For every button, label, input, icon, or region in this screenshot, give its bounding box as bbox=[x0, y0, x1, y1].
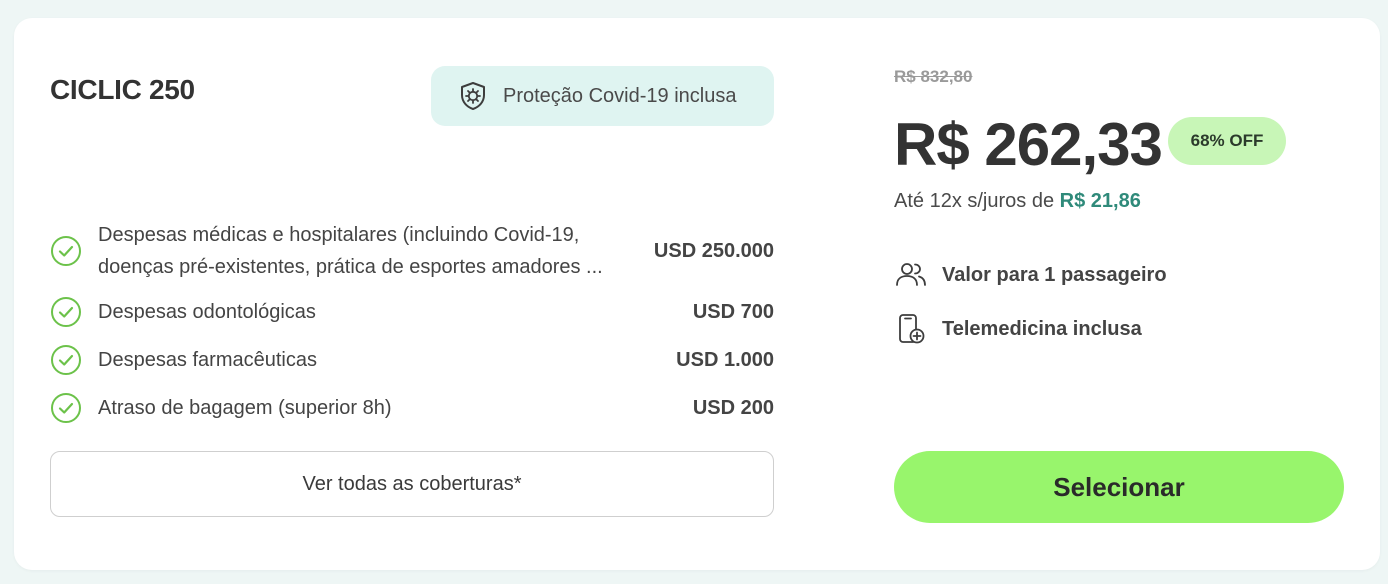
coverage-label: Despesas farmacêuticas bbox=[98, 349, 317, 371]
original-price: R$ 832,80 bbox=[894, 67, 973, 86]
current-price: R$ 262,33 bbox=[894, 111, 1163, 178]
check-circle-icon bbox=[50, 235, 82, 267]
coverage-label-line: doenças pré-existentes, prática de espor… bbox=[98, 256, 603, 278]
coverage-label: Despesas médicas e hospitalares (incluin… bbox=[98, 219, 654, 283]
feature-passengers: Valor para 1 passageiro bbox=[894, 258, 1167, 292]
installments-amount: R$ 21,86 bbox=[1059, 190, 1141, 212]
virus-shield-icon bbox=[457, 80, 489, 112]
coverage-value: USD 250.000 bbox=[653, 239, 774, 262]
check-circle-icon bbox=[50, 392, 82, 424]
coverage-item: Despesas farmacêuticas USD 1.000 bbox=[50, 344, 774, 376]
covid-badge-label: Proteção Covid-19 inclusa bbox=[503, 84, 737, 107]
discount-badge: 68% OFF bbox=[1168, 117, 1286, 165]
coverage-item: Atraso de bagagem (superior 8h) USD 200 bbox=[50, 392, 774, 424]
coverage-value: USD 1.000 bbox=[676, 348, 774, 371]
coverage-item: Despesas médicas e hospitalares (incluin… bbox=[50, 218, 774, 284]
feature-telemedicine: Telemedicina inclusa bbox=[894, 312, 1142, 346]
users-icon bbox=[894, 258, 928, 292]
see-all-coverages-button[interactable]: Ver todas as coberturas* bbox=[50, 451, 774, 517]
coverage-value: USD 700 bbox=[692, 300, 774, 323]
coverage-label: Atraso de bagagem (superior 8h) bbox=[98, 397, 392, 419]
insurance-plan-card: CICLIC 250 Proteção Covid-19 inclusa Des… bbox=[14, 18, 1380, 570]
feature-label: Telemedicina inclusa bbox=[942, 317, 1142, 340]
coverage-item: Despesas odontológicas USD 700 bbox=[50, 296, 774, 328]
feature-label: Valor para 1 passageiro bbox=[942, 263, 1167, 286]
check-circle-icon bbox=[50, 344, 82, 376]
plan-name: CICLIC 250 bbox=[50, 74, 195, 105]
telemedicine-icon bbox=[894, 312, 928, 346]
coverage-label-line: Despesas médicas e hospitalares (incluin… bbox=[98, 224, 580, 246]
installments-prefix: Até 12x s/juros de bbox=[894, 190, 1060, 212]
covid-protection-badge: Proteção Covid-19 inclusa bbox=[431, 66, 774, 126]
installments-info: Até 12x s/juros de R$ 21,86 bbox=[894, 190, 1141, 213]
select-plan-button[interactable]: Selecionar bbox=[894, 451, 1344, 523]
coverage-value: USD 200 bbox=[692, 396, 774, 419]
coverage-label: Despesas odontológicas bbox=[98, 301, 316, 323]
check-circle-icon bbox=[50, 296, 82, 328]
